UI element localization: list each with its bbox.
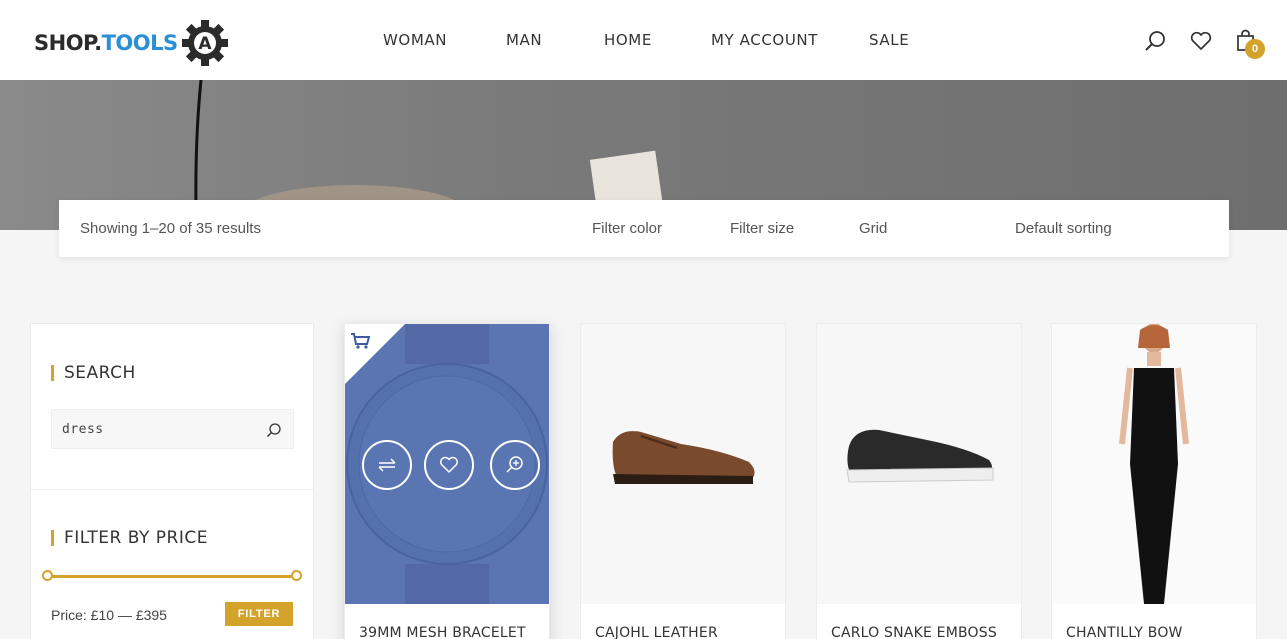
price-widget-title: FILTER BY PRICE <box>51 530 208 547</box>
nav-item-home[interactable]: HOME <box>604 31 652 49</box>
compare-arrows-icon <box>378 458 396 472</box>
sorting-select[interactable]: Default sorting <box>1015 220 1112 237</box>
black-dress-image <box>1119 324 1189 604</box>
product-card[interactable]: 39MM MESH BRACELET <box>344 323 550 639</box>
brown-shoe-image <box>612 431 755 484</box>
product-name[interactable]: CAJOHL LEATHER <box>595 625 718 639</box>
price-range-label: Price: £10 — £395 <box>51 607 167 623</box>
product-card[interactable]: CAJOHL LEATHER <box>580 323 786 639</box>
site-header: SHOP.TOOLS A WOMAN MAN HOME MY ACCOUNT S… <box>0 0 1287 80</box>
product-image-black-sneaker <box>817 324 1021 604</box>
heart-icon <box>440 456 458 473</box>
site-logo[interactable]: SHOP.TOOLS A <box>34 17 230 69</box>
search-box <box>51 409 294 449</box>
cart-icon[interactable] <box>350 332 372 350</box>
price-slider-min-handle[interactable] <box>42 570 53 581</box>
sidebar-divider <box>31 489 313 490</box>
black-sneaker-image <box>846 429 994 483</box>
logo-letter: A <box>198 34 212 54</box>
price-slider-max-handle[interactable] <box>291 570 302 581</box>
logo-text: SHOP.TOOLS <box>34 31 178 55</box>
filter-color-button[interactable]: Filter color <box>592 220 662 237</box>
wishlist-button[interactable] <box>424 440 474 490</box>
search-submit-icon[interactable] <box>265 421 283 439</box>
product-card[interactable]: CARLO SNAKE EMBOSS <box>816 323 1022 639</box>
gear-logo-icon: A <box>181 20 228 66</box>
filter-size-button[interactable]: Filter size <box>730 220 794 237</box>
product-name[interactable]: CHANTILLY BOW <box>1066 625 1183 639</box>
product-image-watch <box>345 324 549 604</box>
product-image-brown-shoe <box>581 324 785 604</box>
nav-item-woman[interactable]: WOMAN <box>383 31 447 49</box>
compare-button[interactable] <box>362 440 412 490</box>
nav-item-man[interactable]: MAN <box>506 31 542 49</box>
cart-count-badge: 0 <box>1245 39 1265 59</box>
zoom-in-icon <box>506 456 523 473</box>
product-card[interactable]: CHANTILLY BOW <box>1051 323 1257 639</box>
grid-view-button[interactable]: Grid <box>859 220 887 237</box>
product-image-black-dress <box>1052 324 1256 604</box>
search-input[interactable] <box>52 410 252 448</box>
sidebar: SEARCH FILTER BY PRICE Price: £10 — £395… <box>30 323 314 639</box>
heart-icon[interactable] <box>1188 28 1214 54</box>
filter-button[interactable]: FILTER <box>225 602 293 626</box>
lamp-cord-image <box>194 80 203 210</box>
product-name[interactable]: 39MM MESH BRACELET <box>359 625 526 639</box>
product-name[interactable]: CARLO SNAKE EMBOSS <box>831 625 997 639</box>
shop-toolbar: Showing 1–20 of 35 results Filter color … <box>59 200 1229 257</box>
search-widget-title: SEARCH <box>51 365 136 382</box>
nav-item-sale[interactable]: SALE <box>869 31 909 49</box>
price-slider-track[interactable] <box>51 575 296 578</box>
nav-item-my-account[interactable]: MY ACCOUNT <box>711 31 818 49</box>
results-count: Showing 1–20 of 35 results <box>80 220 261 237</box>
search-icon[interactable] <box>1143 28 1169 54</box>
quick-view-button[interactable] <box>490 440 540 490</box>
